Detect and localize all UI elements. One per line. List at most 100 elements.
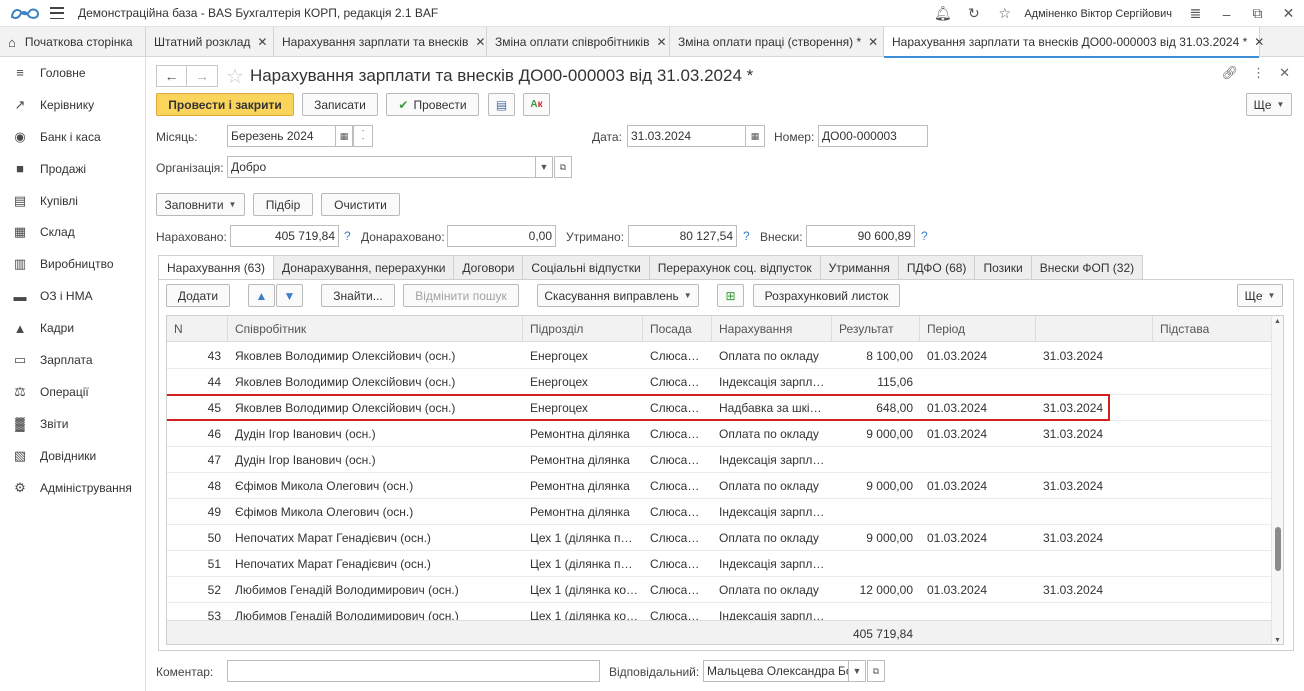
table-more-button[interactable]: Ще ▼ [1237,284,1283,307]
close-icon[interactable]: ✕ [1254,35,1264,49]
back-button[interactable]: ← [156,65,187,87]
cell-period-start[interactable]: 01.03.2024 [920,577,1036,603]
cell-period-start[interactable]: 01.03.2024 [920,473,1036,499]
help-icon[interactable]: ? [344,229,351,243]
cell-employee[interactable]: Непочатих Марат Генадієвич (осн.) [228,525,523,551]
cell-period-start[interactable] [920,551,1036,577]
move-down-button[interactable]: ▼ [276,284,303,307]
cell-employee[interactable]: Єфімов Микола Олегович (осн.) [228,499,523,525]
cell-n[interactable]: 44 [167,369,228,395]
cell-accrual[interactable]: Оплата по окладу [712,421,832,447]
sidebar-item-catalogs[interactable]: ▧ Довідники [0,440,145,472]
settings-menu-icon[interactable]: ≣ [1180,0,1211,27]
help-icon[interactable]: ? [743,229,750,243]
sidebar-item-production[interactable]: ▥ Виробництво [0,248,145,280]
fill-button[interactable]: Заповнити ▼ [156,193,245,216]
col-period-end[interactable] [1036,316,1153,342]
table-row[interactable]: 44 Яковлев Володимир Олексійович (осн.) Ен… [167,369,1273,395]
close-icon[interactable]: ✕ [257,35,267,49]
open-icon[interactable]: ⧉ [554,156,572,178]
table-row[interactable]: 49 Єфімов Микола Олегович (осн.) Ремонтна … [167,499,1273,525]
cell-accrual[interactable]: Оплата по окладу [712,525,832,551]
close-icon[interactable]: ✕ [475,35,485,49]
cell-employee[interactable]: Яковлев Володимир Олексійович (осн.) [228,395,523,421]
cell-department[interactable]: Енергоцех [523,343,643,369]
close-form-icon[interactable]: ✕ [1279,65,1290,81]
sidebar-item-admin[interactable]: ⚙ Адміністрування [0,472,145,504]
cell-accrual[interactable]: Оплата по окладу [712,343,832,369]
tab-deductions[interactable]: Утримання [820,255,899,280]
month-field[interactable]: Березень 2024 [227,125,336,147]
user-name[interactable]: Адміненко Віктор Сергійович [1020,8,1180,20]
tab-home[interactable]: ⌂ Початкова сторінка [0,27,146,57]
cell-employee[interactable]: Дудін Ігор Іванович (осн.) [228,421,523,447]
cell-period-end[interactable] [1036,447,1153,473]
cell-n[interactable]: 49 [167,499,228,525]
cell-accrual[interactable]: Оплата по окладу [712,473,832,499]
cell-accrual[interactable]: Індексація зарпл… [712,369,832,395]
col-employee[interactable]: Співробітник [228,316,523,342]
open-icon[interactable]: ⧉ [867,660,885,682]
cancel-search-button[interactable]: Відмінити пошук [403,284,519,307]
move-up-button[interactable]: ▲ [248,284,275,307]
print-report-button[interactable]: ▤ [488,93,515,116]
table-row[interactable]: 50 Непочатих Марат Генадієвич (осн.) Цех 1… [167,525,1273,551]
close-icon[interactable]: ✕ [1273,0,1304,27]
cell-n[interactable]: 51 [167,551,228,577]
star-icon[interactable]: ☆ [989,0,1020,27]
cell-period-start[interactable]: 01.03.2024 [920,421,1036,447]
sidebar-item-purchases[interactable]: ▤ Купівлі [0,185,145,217]
table-row[interactable]: 48 Єфімов Микола Олегович (осн.) Ремонтна … [167,473,1273,499]
col-basis[interactable]: Підстава [1153,316,1273,342]
minimize-icon[interactable]: – [1211,0,1242,27]
post-button[interactable]: ✔ Провести [386,93,479,116]
add-to-table-button[interactable]: ⊞ [717,284,744,307]
chevron-down-icon[interactable]: ▼ [848,660,866,682]
comment-field[interactable] [227,660,600,682]
cell-employee[interactable]: Яковлев Володимир Олексійович (осн.) [228,343,523,369]
col-result[interactable]: Результат [832,316,920,342]
cancel-corrections-button[interactable]: Скасування виправлень ▼ [537,284,699,307]
cell-period-start[interactable]: 01.03.2024 [920,395,1036,421]
cell-period-start[interactable]: 01.03.2024 [920,525,1036,551]
cell-result[interactable] [832,447,920,473]
select-button[interactable]: Підбір [253,193,313,216]
cell-position[interactable]: Слюса… [643,343,712,369]
cell-n[interactable]: 52 [167,577,228,603]
clear-button[interactable]: Очистити [321,193,400,216]
tab-recalculations[interactable]: Донарахування, перерахунки [274,255,455,280]
cell-n[interactable]: 50 [167,525,228,551]
link-icon[interactable]: 🔗︎ [1222,65,1239,81]
cell-accrual[interactable]: Індексація зарпл… [712,499,832,525]
col-accrual[interactable]: Нарахування [712,316,832,342]
cell-result[interactable] [832,499,920,525]
forward-button[interactable]: → [187,65,218,87]
posting-results-button[interactable]: Aк [523,93,550,116]
cell-department[interactable]: Ремонтна ділянка [523,473,643,499]
cell-position[interactable]: Слюса… [643,395,712,421]
cell-position[interactable]: Слюса… [643,525,712,551]
cell-result[interactable]: 9 000,00 [832,473,920,499]
cell-period-end[interactable] [1036,369,1153,395]
sidebar-item-salary[interactable]: ▭ Зарплата [0,344,145,376]
tab-pay-change[interactable]: Зміна оплати співробітників ✕ [487,27,670,57]
more-vert-icon[interactable]: ⋮ [1252,65,1265,81]
add-row-button[interactable]: Додати [166,284,230,307]
cell-period-start[interactable]: 01.03.2024 [920,343,1036,369]
calendar-icon[interactable]: ▦ [745,125,765,147]
month-stepper[interactable]: -- [353,125,373,147]
cell-position[interactable]: Слюса… [643,577,712,603]
cell-department[interactable]: Ремонтна ділянка [523,421,643,447]
cell-accrual[interactable]: Індексація зарпл… [712,447,832,473]
number-field[interactable]: ДО00-000003 [818,125,928,147]
tab-social-leave[interactable]: Соціальні відпустки [523,255,650,280]
chevron-down-icon[interactable]: ▼ [535,156,553,178]
cell-department[interactable]: Ремонтна ділянка [523,499,643,525]
tab-contributions[interactable]: Внески ФОП (32) [1031,255,1144,280]
cell-period-end[interactable]: 31.03.2024 [1036,525,1153,551]
cell-n[interactable]: 47 [167,447,228,473]
cell-result[interactable]: 9 000,00 [832,421,920,447]
cell-period-start[interactable] [920,447,1036,473]
cell-n[interactable]: 46 [167,421,228,447]
cell-n[interactable]: 45 [167,395,228,421]
